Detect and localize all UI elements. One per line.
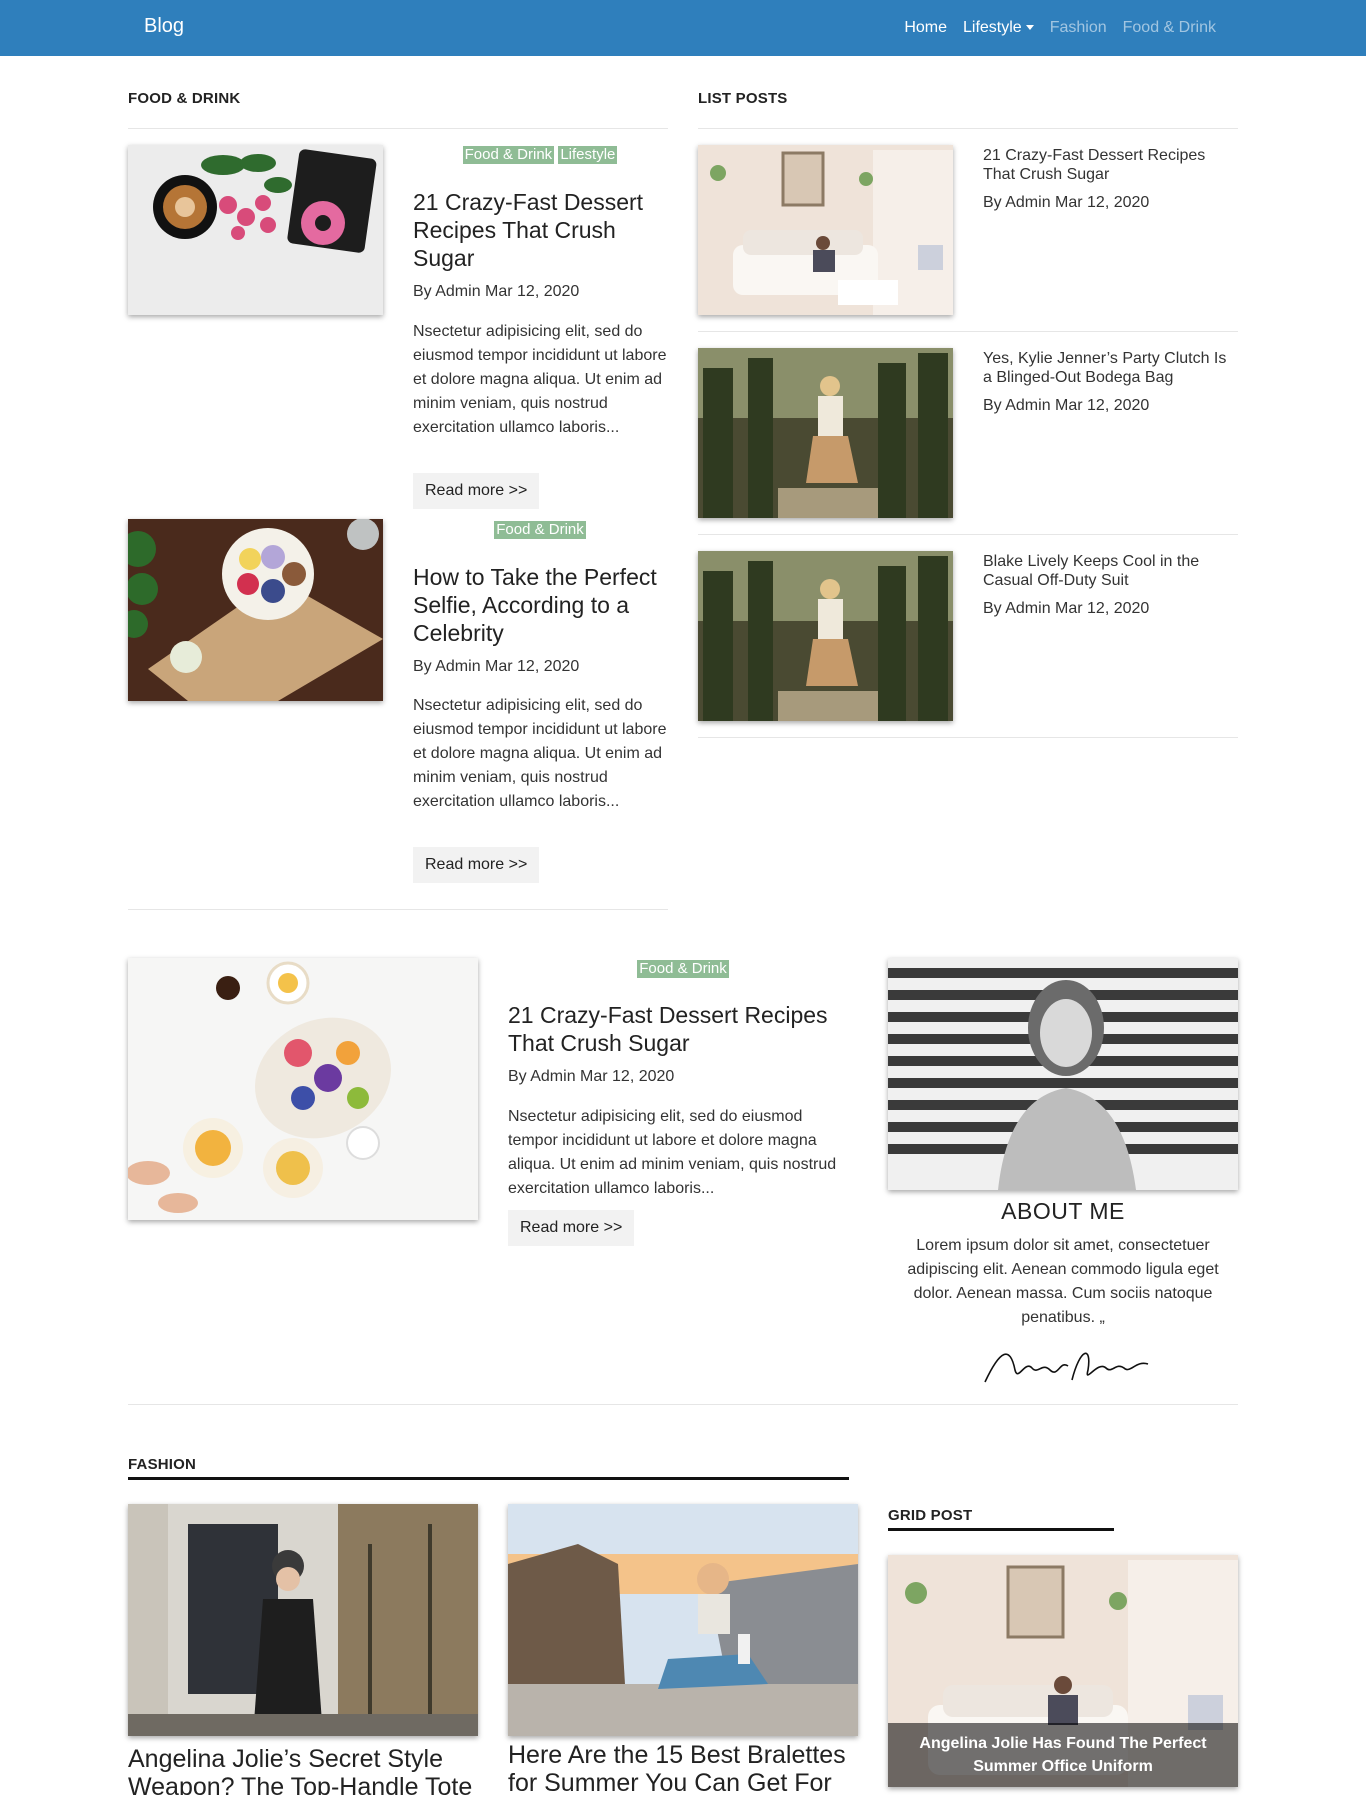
nav-fashion[interactable]: Fashion: [1050, 19, 1107, 37]
fashion-post-title[interactable]: Here Are the 15 Best Bralettes for Summe…: [508, 1741, 860, 1795]
about-me-photo: [888, 958, 1238, 1190]
nav-lifestyle-label: Lifestyle: [963, 19, 1022, 36]
post-image-fruit-bowl[interactable]: [128, 519, 383, 701]
post-title[interactable]: How to Take the Perfect Selfie, Accordin…: [413, 563, 673, 647]
fashion-post-title[interactable]: Angelina Jolie’s Secret Style Weapon? Th…: [128, 1745, 480, 1795]
list-post-image-living-room[interactable]: [698, 145, 953, 315]
nav-menu: Home Lifestyle Fashion Food & Drink: [888, 0, 1216, 56]
read-more-button[interactable]: Read more >>: [413, 473, 540, 509]
post-meta: By Admin Mar 12, 2020: [413, 658, 580, 675]
post-tags: Food & Drink Lifestyle: [412, 146, 668, 164]
featured-post-image-breakfast[interactable]: [128, 958, 478, 1220]
read-more-button[interactable]: Read more >>: [413, 847, 540, 883]
post-meta: By Admin Mar 12, 2020: [508, 1068, 675, 1085]
divider: [128, 128, 668, 129]
tag-lifestyle[interactable]: Lifestyle: [558, 146, 618, 164]
about-me-text: Lorem ipsum dolor sit amet, consectetuer…: [907, 1237, 1219, 1326]
fashion-post-image-cliff[interactable]: [508, 1504, 858, 1736]
heading-underline: [128, 1477, 849, 1480]
tag-food-drink[interactable]: Food & Drink: [462, 146, 555, 164]
read-more-button[interactable]: Read more >>: [508, 1210, 635, 1246]
divider: [698, 534, 1238, 535]
post-image-coffee-flowers[interactable]: [128, 145, 383, 315]
list-post-title[interactable]: Yes, Kylie Jenner’s Party Clutch Is a Bl…: [983, 349, 1239, 387]
grid-post-card[interactable]: Angelina Jolie Has Found The Perfect Sum…: [888, 1555, 1238, 1787]
post-tags: Food & Drink: [412, 521, 668, 539]
heading-underline: [888, 1528, 1114, 1531]
chevron-down-icon: [1025, 25, 1034, 31]
grid-post-title-overlay[interactable]: Angelina Jolie Has Found The Perfect Sum…: [888, 1723, 1238, 1787]
tag-food-drink[interactable]: Food & Drink: [637, 960, 729, 978]
post-excerpt: Nsectetur adipisicing elit, sed do eiusm…: [508, 1108, 837, 1197]
list-posts-heading: LIST POSTS: [698, 90, 788, 107]
divider: [698, 737, 1238, 738]
signature-image: [984, 1352, 1149, 1383]
brand-link[interactable]: Blog: [144, 15, 184, 38]
navbar: Blog Home Lifestyle Fashion Food & Drink: [0, 0, 1366, 56]
divider: [698, 331, 1238, 332]
list-post-meta: By Admin Mar 12, 2020: [983, 397, 1150, 414]
post-excerpt: Nsectetur adipisicing elit, sed do eiusm…: [413, 323, 667, 436]
about-me-title: ABOUT ME: [1001, 1198, 1125, 1224]
divider: [128, 909, 668, 910]
grid-post-heading: GRID POST: [888, 1507, 973, 1524]
post-tags: Food & Drink: [508, 960, 858, 978]
nav-home[interactable]: Home: [904, 19, 947, 37]
tag-food-drink[interactable]: Food & Drink: [494, 521, 586, 539]
fashion-heading: FASHION: [128, 1456, 197, 1473]
list-post-title[interactable]: 21 Crazy-Fast Dessert Recipes That Crush…: [983, 146, 1239, 184]
fashion-post-image-street[interactable]: [128, 1504, 478, 1736]
list-post-title[interactable]: Blake Lively Keeps Cool in the Casual Of…: [983, 552, 1239, 590]
post-title[interactable]: 21 Crazy-Fast Dessert Recipes That Crush…: [413, 188, 669, 272]
post-meta: By Admin Mar 12, 2020: [413, 283, 580, 300]
list-post-image-forest-woman[interactable]: [698, 348, 953, 518]
nav-food-drink[interactable]: Food & Drink: [1123, 19, 1216, 37]
list-post-meta: By Admin Mar 12, 2020: [983, 600, 1150, 617]
list-post-meta: By Admin Mar 12, 2020: [983, 194, 1150, 211]
post-excerpt: Nsectetur adipisicing elit, sed do eiusm…: [413, 697, 667, 810]
divider: [698, 128, 1238, 129]
divider: [128, 1404, 1238, 1405]
nav-lifestyle[interactable]: Lifestyle: [963, 19, 1034, 37]
list-post-image-forest-woman[interactable]: [698, 551, 953, 721]
featured-post-title[interactable]: 21 Crazy-Fast Dessert Recipes That Crush…: [508, 1001, 858, 1057]
food-drink-heading: FOOD & DRINK: [128, 90, 241, 107]
